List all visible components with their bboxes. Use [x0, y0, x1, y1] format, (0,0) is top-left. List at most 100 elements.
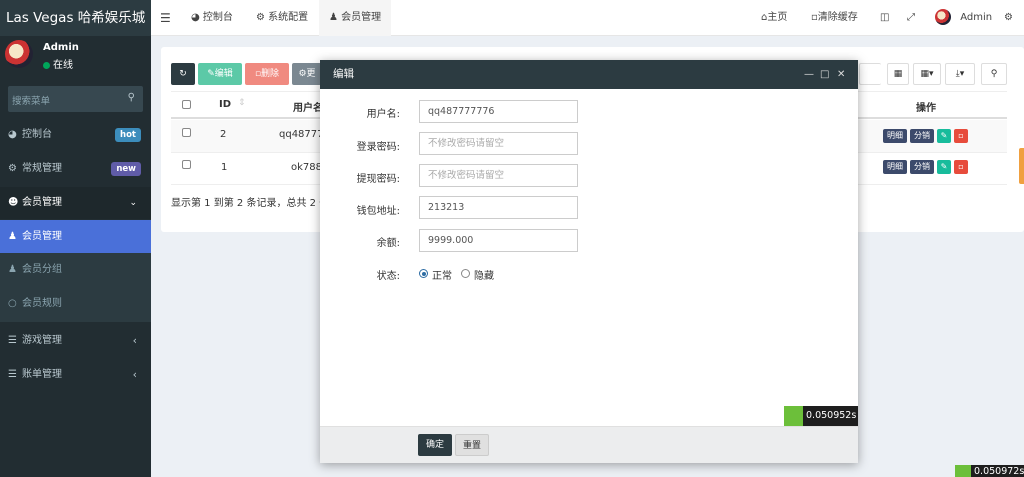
balance-label: 余额:: [376, 238, 400, 249]
sidebar-item-member-group[interactable]: ♟ 会员分组: [0, 254, 151, 286]
status-normal-label: 正常: [432, 271, 452, 282]
settings-icon[interactable]: ⚙: [1004, 0, 1013, 36]
sidebar-item-label: 游戏管理: [22, 335, 62, 346]
home-label: 主页: [767, 12, 788, 23]
delete-label: 删除: [261, 69, 280, 79]
close-icon[interactable]: ✕: [837, 60, 845, 89]
tab-label: 控制台: [202, 12, 233, 23]
sidebar-item-label: 会员规则: [22, 298, 62, 309]
sidebar-item-label: 会员管理: [22, 197, 62, 208]
sidebar-item-bill[interactable]: ☰ 账单管理 ‹: [0, 359, 151, 391]
hot-badge: hot: [115, 128, 141, 142]
refresh-button[interactable]: ↻: [171, 63, 195, 85]
export-dropdown[interactable]: ⤓▾: [945, 63, 975, 85]
tab-dashboard[interactable]: ◕ 控制台: [191, 0, 233, 36]
search-button[interactable]: ⚲: [981, 63, 1007, 85]
more-button[interactable]: ⚙更: [292, 63, 322, 85]
reset-button[interactable]: 重置: [455, 434, 489, 456]
load-timer-value: 0.050952s: [806, 410, 857, 421]
sidebar-item-label: 常规管理: [22, 163, 62, 174]
tab-member-manage[interactable]: ♟ 会员管理: [319, 0, 392, 36]
columns-dropdown[interactable]: ▦▾: [913, 63, 941, 85]
leaf-icon: [955, 465, 971, 477]
brand-logo[interactable]: Las Vegas 哈希娱乐城: [0, 0, 151, 36]
row-checkbox[interactable]: [182, 160, 191, 169]
trash-icon: ▫: [958, 162, 964, 171]
avatar: [5, 40, 33, 68]
online-dot-icon: [43, 61, 50, 69]
sort-icon[interactable]: ⇕: [238, 98, 246, 108]
sidebar-item-dashboard[interactable]: ◕ 控制台 hot: [0, 119, 151, 151]
select-all-checkbox[interactable]: [182, 100, 191, 109]
wallet-address-field[interactable]: [419, 196, 578, 219]
menu-toggle-icon[interactable]: ☰: [160, 0, 171, 36]
delete-row-button[interactable]: ▫: [954, 160, 968, 174]
username-field[interactable]: [419, 100, 578, 123]
search-field[interactable]: [859, 63, 881, 85]
gear-icon: ⚙: [256, 12, 265, 23]
edit-label: 编辑: [214, 69, 233, 79]
columns-icon: ▦▾: [920, 69, 934, 79]
dashboard-icon: ◕: [191, 12, 200, 23]
sidebar-item-label: 账单管理: [22, 369, 62, 380]
admin-name: Admin: [960, 12, 993, 23]
pencil-icon: ✎: [940, 162, 948, 171]
maximize-icon[interactable]: □: [820, 60, 829, 89]
fullscreen-icon[interactable]: ⤢: [907, 0, 915, 36]
sidebar-search-input[interactable]: 搜索菜单 ⚲: [8, 86, 143, 112]
col-username[interactable]: 用户名: [293, 99, 323, 114]
edit-row-button[interactable]: ✎: [937, 129, 951, 143]
minimize-icon[interactable]: —: [804, 60, 814, 89]
withdraw-password-label: 提现密码:: [356, 174, 400, 185]
avatar: [935, 9, 951, 25]
refresh-icon: ↻: [179, 69, 187, 79]
trash-icon: ▫: [811, 12, 818, 23]
confirm-button[interactable]: 确定: [418, 434, 452, 456]
sidebar-item-member[interactable]: ☻ 会员管理 ⌄: [0, 187, 151, 219]
cell-username: ok788: [291, 162, 322, 173]
edit-row-button[interactable]: ✎: [937, 160, 951, 174]
modal-footer: 确定 重置: [320, 426, 858, 463]
sidebar-item-member-rule[interactable]: ○ 会员规则: [0, 288, 151, 320]
delete-button[interactable]: ▫删除: [245, 63, 289, 85]
translate-icon[interactable]: ◫: [880, 0, 889, 36]
page-load-timer: 0.050972s: [955, 465, 1024, 477]
side-drawer-handle[interactable]: [1019, 148, 1024, 184]
status-hidden-label: 隐藏: [474, 271, 494, 282]
username-label: 用户名:: [366, 109, 400, 120]
user-icon: ♟: [8, 231, 17, 242]
sidebar-search-placeholder: 搜索菜单: [12, 96, 51, 107]
search-icon[interactable]: ⚲: [128, 92, 135, 103]
modal-header: 编辑 — □ ✕: [320, 60, 858, 89]
dashboard-icon: ◕: [8, 129, 17, 140]
status-normal-radio[interactable]: [419, 269, 428, 278]
balance-field[interactable]: [419, 229, 578, 252]
withdraw-password-field[interactable]: [419, 164, 578, 187]
leaf-icon: [784, 406, 803, 426]
status-hidden-radio[interactable]: [461, 269, 470, 278]
toggle-view-button[interactable]: ▦: [887, 63, 909, 85]
sidebar-item-general[interactable]: ⚙ 常规管理 new: [0, 153, 151, 185]
delete-row-button[interactable]: ▫: [954, 129, 968, 143]
load-timer: 0.050952s: [784, 406, 858, 426]
admin-user-menu[interactable]: Admin: [935, 0, 992, 36]
login-password-field[interactable]: [419, 132, 578, 155]
split-button[interactable]: 分销: [910, 160, 934, 174]
sidebar-item-label: 会员分组: [22, 264, 62, 275]
tab-system-config[interactable]: ⚙ 系统配置: [256, 0, 308, 36]
row-checkbox[interactable]: [182, 128, 191, 137]
new-badge: new: [111, 162, 141, 176]
detail-button[interactable]: 明细: [883, 129, 907, 143]
sidebar-item-game[interactable]: ☰ 游戏管理 ‹: [0, 325, 151, 357]
sidebar: Las Vegas 哈希娱乐城 Admin 在线 搜索菜单 ⚲ ◕ 控制台 hot…: [0, 0, 151, 477]
user-panel: Admin 在线: [0, 36, 151, 80]
cell-id: 1: [221, 162, 228, 173]
edit-button[interactable]: ✎编辑: [198, 63, 242, 85]
clear-cache-button[interactable]: ▫清除缓存: [811, 0, 858, 36]
home-link[interactable]: ⌂主页: [761, 0, 787, 36]
col-id[interactable]: ID: [219, 99, 231, 110]
pencil-icon: ✎: [207, 69, 215, 79]
detail-button[interactable]: 明细: [883, 160, 907, 174]
sidebar-item-member-manage[interactable]: ♟ 会员管理: [0, 220, 151, 253]
split-button[interactable]: 分销: [910, 129, 934, 143]
